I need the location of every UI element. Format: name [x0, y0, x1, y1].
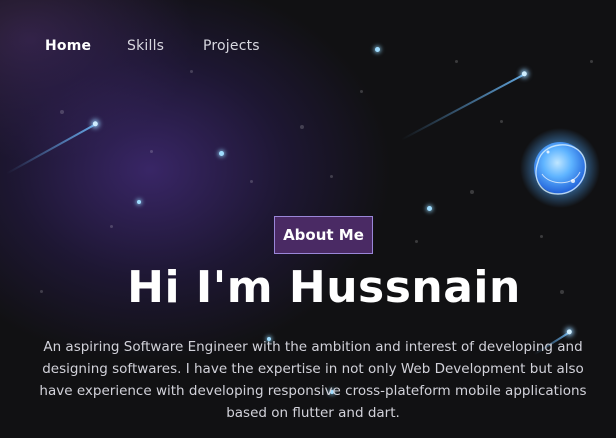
star-dot: [455, 60, 458, 63]
star-dot: [60, 110, 64, 114]
star-dot: [330, 175, 333, 178]
star-dot: [500, 120, 503, 123]
star-dot: [590, 60, 593, 63]
star-dot: [110, 225, 113, 228]
star-dot: [150, 150, 153, 153]
page-title: Hi I'm Hussnain: [127, 262, 521, 313]
shooting-star-icon: [400, 73, 526, 141]
star-dot: [470, 190, 474, 194]
star-dot: [360, 90, 363, 93]
star-dot: [250, 180, 253, 183]
star-dot: [190, 70, 193, 73]
star-dot: [219, 151, 224, 156]
star-dot: [415, 240, 418, 243]
nav-skills-link[interactable]: Skills: [127, 38, 164, 54]
star-dot: [137, 200, 141, 204]
star-dot: [427, 206, 432, 211]
star-dot: [300, 125, 304, 129]
nav-home-link[interactable]: Home: [45, 38, 91, 54]
glowing-planet-icon: [520, 128, 600, 208]
star-dot: [375, 47, 380, 52]
nav-projects-link[interactable]: Projects: [203, 38, 260, 54]
about-me-button[interactable]: About Me: [274, 216, 373, 254]
shooting-star-icon: [6, 123, 97, 175]
star-dot: [540, 235, 543, 238]
intro-paragraph: An aspiring Software Engineer with the a…: [39, 339, 587, 421]
